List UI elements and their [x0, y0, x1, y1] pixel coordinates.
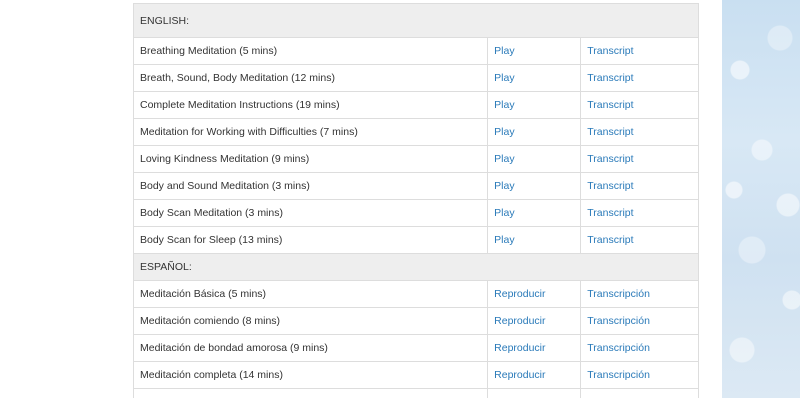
- play-link[interactable]: Reproducir: [494, 342, 545, 354]
- play-link[interactable]: Reproducir: [494, 315, 545, 327]
- transcript-link[interactable]: Transcript: [587, 153, 633, 165]
- play-link[interactable]: Play: [494, 180, 514, 192]
- decorative-sidebar-bokeh: [722, 0, 800, 398]
- table-row: Meditación Básica (5 mins) Reproducir Tr…: [132, 280, 699, 308]
- table-row: Complete Meditation Instructions (19 min…: [132, 91, 699, 119]
- transcript-link[interactable]: Transcripción: [587, 288, 650, 300]
- table-row: Meditación de bondad amorosa (9 mins) Re…: [132, 334, 699, 362]
- transcript-link[interactable]: Transcripción: [587, 315, 650, 327]
- table-row: Meditación completa (14 mins) Reproducir…: [132, 361, 699, 389]
- meditation-title: Meditation for Working with Difficulties…: [132, 118, 489, 146]
- table-row: Body Scan Meditation (3 mins) Play Trans…: [132, 199, 699, 227]
- play-link[interactable]: Play: [494, 207, 514, 219]
- play-link[interactable]: Play: [494, 234, 514, 246]
- table-row: Body and Sound Meditation (3 mins) Play …: [132, 172, 699, 200]
- play-link[interactable]: Play: [494, 99, 514, 111]
- play-link[interactable]: Play: [494, 153, 514, 165]
- table-row: Meditación comiendo (8 mins) Reproducir …: [132, 307, 699, 335]
- meditation-title: Meditación comiendo (8 mins): [132, 307, 489, 335]
- section-header-espanol: ESPAÑOL:: [133, 253, 699, 281]
- meditation-table: ENGLISH: Breathing Meditation (5 mins) P…: [132, 3, 699, 398]
- play-link[interactable]: Reproducir: [494, 369, 545, 381]
- play-link[interactable]: Reproducir: [494, 288, 545, 300]
- table-row: Meditation for Working with Difficulties…: [132, 118, 699, 146]
- transcript-link[interactable]: Transcript: [587, 72, 633, 84]
- table-row: Loving Kindness Meditation (9 mins) Play…: [132, 145, 699, 173]
- transcript-link[interactable]: Transcript: [587, 45, 633, 57]
- play-link[interactable]: Play: [494, 72, 514, 84]
- section-heading: ENGLISH:: [133, 3, 699, 38]
- meditation-title: Complete Meditation Instructions (19 min…: [132, 91, 489, 119]
- meditation-title: Body and Sound Meditation (3 mins): [132, 172, 489, 200]
- meditation-title: Loving Kindness Meditation (9 mins): [132, 145, 489, 173]
- meditation-title: Meditación de bondad amorosa (9 mins): [132, 334, 489, 362]
- section-header-english: ENGLISH:: [133, 3, 699, 38]
- transcript-link[interactable]: Transcript: [587, 180, 633, 192]
- meditation-title: Meditación completa (14 mins): [132, 361, 489, 389]
- transcript-link[interactable]: Transcript: [587, 126, 633, 138]
- transcript-link[interactable]: Transcript: [587, 99, 633, 111]
- meditation-title: Body Scan for Sleep (13 mins): [132, 226, 489, 254]
- table-row: Breathing Meditation (5 mins) Play Trans…: [132, 37, 699, 65]
- table-row: Body Scan for Sleep (13 mins) Play Trans…: [132, 226, 699, 254]
- play-link[interactable]: Play: [494, 45, 514, 57]
- page: ENGLISH: Breathing Meditation (5 mins) P…: [0, 0, 800, 398]
- play-link[interactable]: Play: [494, 126, 514, 138]
- meditation-title: Breathing Meditation (5 mins): [132, 37, 489, 65]
- transcript-link[interactable]: Transcripción: [587, 369, 650, 381]
- transcript-link[interactable]: Transcripción: [587, 342, 650, 354]
- section-heading: ESPAÑOL:: [133, 253, 699, 281]
- table-row: Breath, Sound, Body Meditation (12 mins)…: [132, 64, 699, 92]
- transcript-link[interactable]: Transcript: [587, 234, 633, 246]
- table-row-cutoff: [132, 388, 699, 398]
- meditation-title: Body Scan Meditation (3 mins): [132, 199, 489, 227]
- meditation-title: Meditación Básica (5 mins): [132, 280, 489, 308]
- meditation-title: Breath, Sound, Body Meditation (12 mins): [132, 64, 489, 92]
- transcript-link[interactable]: Transcript: [587, 207, 633, 219]
